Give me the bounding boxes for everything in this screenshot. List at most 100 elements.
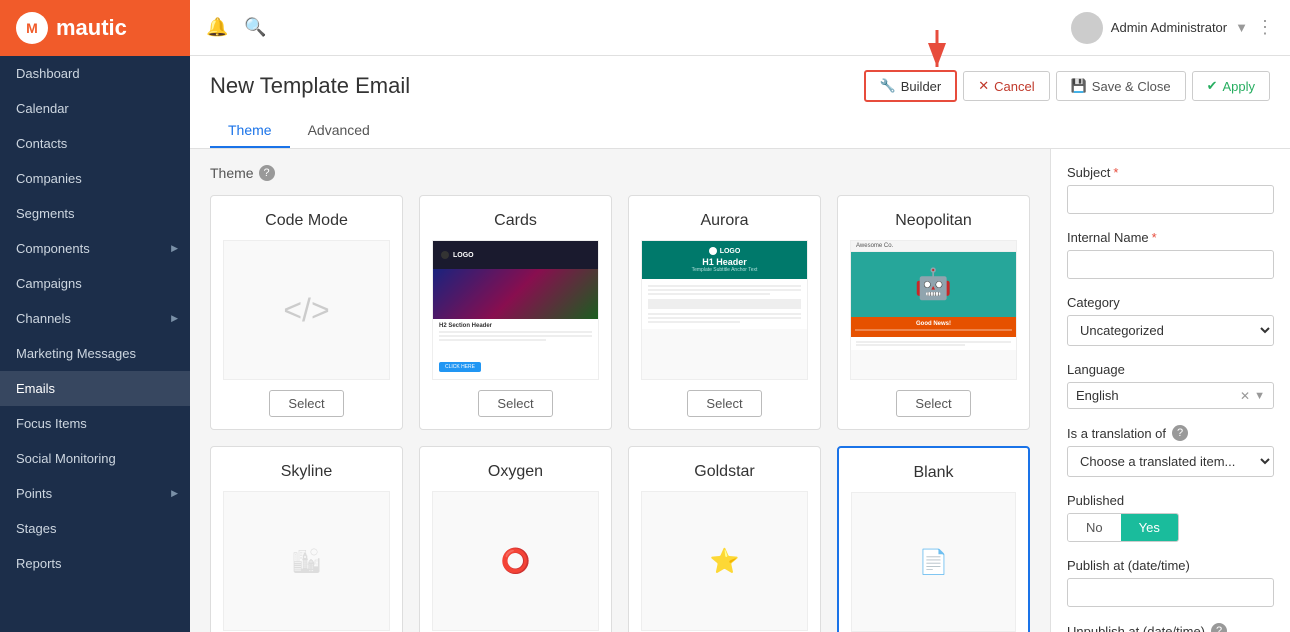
published-toggle: No Yes (1067, 513, 1179, 542)
translation-help-icon[interactable]: ? (1172, 425, 1188, 441)
published-no-button[interactable]: No (1068, 514, 1121, 541)
tabs: Theme Advanced (210, 114, 1270, 148)
publish-at-field-group: Publish at (date/time) (1067, 558, 1274, 607)
theme-card-preview-cards: LOGO H2 Section Header CLICK HERE (432, 240, 599, 380)
theme-card-preview-oxygen: ⭕ (432, 491, 599, 631)
content-title-row: New Template Email 🔧 Builder (210, 70, 1270, 102)
internal-name-field-group: Internal Name * (1067, 230, 1274, 279)
language-field[interactable]: English ✕ ▼ (1067, 382, 1274, 409)
bell-icon[interactable]: 🔔 (206, 17, 228, 38)
user-more-icon[interactable]: ⋮ (1256, 17, 1274, 38)
sidebar-item-label: Stages (16, 521, 56, 536)
theme-card-title: Blank (913, 464, 953, 482)
published-label: Published (1067, 493, 1274, 508)
page-title: New Template Email (210, 73, 410, 99)
select-neopolitan-button[interactable]: Select (896, 390, 970, 417)
sidebar-item-calendar[interactable]: Calendar (0, 91, 190, 126)
theme-section-label: Theme ? (210, 165, 1030, 181)
sidebar-item-dashboard[interactable]: Dashboard (0, 56, 190, 91)
theme-card-neopolitan: Neopolitan Awesome Co. 🤖 Good News! (837, 195, 1030, 430)
sidebar-item-label: Calendar (16, 101, 69, 116)
theme-card-title: Oxygen (488, 463, 543, 481)
subject-label: Subject * (1067, 165, 1274, 180)
theme-card-code-mode: Code Mode </> Select (210, 195, 403, 430)
builder-button[interactable]: 🔧 Builder (864, 70, 958, 102)
sidebar-item-label: Social Monitoring (16, 451, 116, 466)
language-clear-icon[interactable]: ✕ (1240, 389, 1250, 403)
unpublish-at-label: Unpublish at (date/time) ? (1067, 623, 1274, 632)
language-dropdown-icon[interactable]: ▼ (1254, 390, 1265, 402)
theme-card-title: Code Mode (265, 212, 348, 230)
sidebar-item-label: Components (16, 241, 90, 256)
sidebar-item-emails[interactable]: Emails (0, 371, 190, 406)
tab-advanced[interactable]: Advanced (290, 114, 388, 148)
theme-card-preview-neo: Awesome Co. 🤖 Good News! (850, 240, 1017, 380)
theme-card-preview-blank: 📄 (851, 492, 1016, 632)
theme-card-title: Goldstar (694, 463, 754, 481)
unpublish-help-icon[interactable]: ? (1211, 623, 1227, 632)
published-yes-button[interactable]: Yes (1121, 514, 1178, 541)
user-name: Admin Administrator (1111, 20, 1227, 35)
logo-text: mautic (56, 15, 127, 41)
select-aurora-button[interactable]: Select (687, 390, 761, 417)
internal-name-input[interactable] (1067, 250, 1274, 279)
search-icon[interactable]: 🔍 (244, 17, 266, 38)
sidebar-item-social-monitoring[interactable]: Social Monitoring (0, 441, 190, 476)
theme-grid-bottom: Skyline 🏙 Select Oxygen ⭕ Select Go (210, 446, 1030, 632)
apply-button[interactable]: ✔ Apply (1192, 71, 1270, 101)
subject-field-group: Subject * (1067, 165, 1274, 214)
sidebar-item-marketing-messages[interactable]: Marketing Messages (0, 336, 190, 371)
category-field-group: Category Uncategorized (1067, 295, 1274, 346)
sidebar-item-segments[interactable]: Segments (0, 196, 190, 231)
right-sidebar: Subject * Internal Name * Category Uncat… (1050, 149, 1290, 632)
sidebar-item-points[interactable]: Points (0, 476, 190, 511)
app-logo[interactable]: M mautic (0, 0, 190, 56)
sidebar-item-label: Channels (16, 311, 71, 326)
theme-card-skyline: Skyline 🏙 Select (210, 446, 403, 632)
logo-icon: M (16, 12, 48, 44)
theme-grid: Code Mode </> Select Cards LOGO (210, 195, 1030, 430)
internal-name-label: Internal Name * (1067, 230, 1274, 245)
cancel-button[interactable]: ✕ Cancel (963, 71, 1049, 101)
sidebar-item-label: Marketing Messages (16, 346, 136, 361)
category-label: Category (1067, 295, 1274, 310)
select-code-mode-button[interactable]: Select (269, 390, 343, 417)
sidebar-item-channels[interactable]: Channels (0, 301, 190, 336)
sidebar-item-stages[interactable]: Stages (0, 511, 190, 546)
theme-card-preview-goldstar: ⭐ (641, 491, 808, 631)
sidebar-item-companies[interactable]: Companies (0, 161, 190, 196)
select-cards-button[interactable]: Select (478, 390, 552, 417)
theme-card-aurora: Aurora LOGO H1 Header Template Subtitle … (628, 195, 821, 430)
sidebar-item-label: Campaigns (16, 276, 82, 291)
language-value: English (1076, 388, 1240, 403)
language-label: Language (1067, 362, 1274, 377)
sidebar-item-label: Contacts (16, 136, 67, 151)
sidebar-item-reports[interactable]: Reports (0, 546, 190, 581)
user-dropdown-icon[interactable]: ▼ (1235, 20, 1248, 35)
theme-card-preview-aurora: LOGO H1 Header Template Subtitle Anchor … (641, 240, 808, 380)
translation-select[interactable]: Choose a translated item... (1067, 446, 1274, 477)
theme-help-icon[interactable]: ? (259, 165, 275, 181)
top-bar-icons: 🔔 🔍 (206, 17, 267, 38)
save-close-button[interactable]: 💾 Save & Close (1056, 71, 1186, 101)
sidebar-item-label: Dashboard (16, 66, 80, 81)
main-content: Theme ? Code Mode </> Select Cards (190, 149, 1290, 632)
sidebar-item-focus-items[interactable]: Focus Items (0, 406, 190, 441)
theme-card-title: Neopolitan (895, 212, 972, 230)
theme-card-goldstar: Goldstar ⭐ Select (628, 446, 821, 632)
theme-card-oxygen: Oxygen ⭕ Select (419, 446, 612, 632)
top-bar-user: Admin Administrator ▼ ⋮ (1071, 12, 1274, 44)
tab-theme[interactable]: Theme (210, 114, 290, 148)
sidebar-item-contacts[interactable]: Contacts (0, 126, 190, 161)
sidebar-item-components[interactable]: Components (0, 231, 190, 266)
builder-btn-wrapper: 🔧 Builder (864, 70, 958, 102)
subject-input[interactable] (1067, 185, 1274, 214)
cancel-x-icon: ✕ (978, 78, 989, 94)
sidebar-item-campaigns[interactable]: Campaigns (0, 266, 190, 301)
publish-at-input[interactable] (1067, 578, 1274, 607)
user-avatar (1071, 12, 1103, 44)
required-marker: * (1152, 230, 1157, 245)
apply-check-icon: ✔ (1207, 78, 1218, 94)
category-select[interactable]: Uncategorized (1067, 315, 1274, 346)
publish-at-label: Publish at (date/time) (1067, 558, 1274, 573)
